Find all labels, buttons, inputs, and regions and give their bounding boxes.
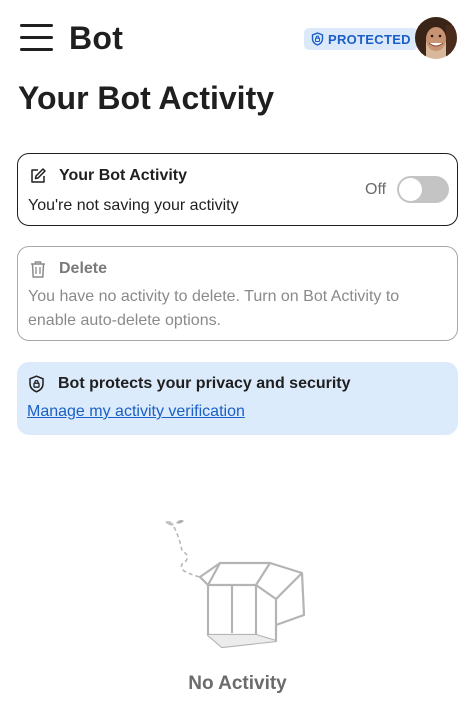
manage-verification-link[interactable]: Manage my activity verification [27,403,245,421]
protected-badge: PROTECTED [304,28,418,50]
activity-description: You're not saving your activity [28,197,239,214]
shield-lock-icon [29,375,44,393]
avatar[interactable] [415,17,457,59]
page-title: Your Bot Activity [18,80,275,116]
delete-heading: Delete [59,260,108,277]
empty-state-label: No Activity [188,673,287,694]
app-title: Bot [69,20,124,56]
delete-description-line2: enable auto-delete options. [28,312,222,329]
empty-box-illustration [165,519,306,649]
shield-icon [311,32,324,46]
privacy-card: Bot protects your privacy and security M… [17,362,458,435]
toggle-state-label: Off [365,181,387,198]
trash-icon [31,261,45,278]
edit-icon [31,168,46,183]
toggle-knob [399,178,422,201]
badge-label: PROTECTED [328,31,411,47]
hamburger-menu-icon[interactable] [20,24,54,52]
activity-toggle[interactable] [397,176,449,203]
delete-description-line1: You have no activity to delete. Turn on … [28,288,400,305]
bot-activity-card: Your Bot Activity You're not saving your… [17,153,458,226]
privacy-heading: Bot protects your privacy and security [58,375,351,392]
activity-heading: Your Bot Activity [59,167,188,184]
app-header: Bot PROTECTED [0,0,475,78]
delete-card: Delete You have no activity to delete. T… [17,246,458,341]
